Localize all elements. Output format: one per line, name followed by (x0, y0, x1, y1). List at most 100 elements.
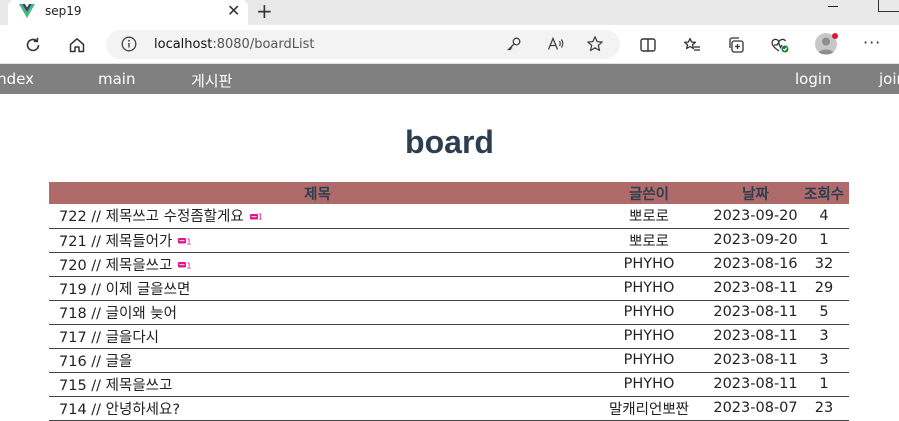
post-views-cell: 32 (799, 252, 849, 277)
post-views-cell: 29 (799, 276, 849, 301)
close-tab-icon[interactable]: ✕ (227, 1, 240, 20)
post-date-cell: 2023-08-11 (712, 300, 799, 325)
post-title-cell[interactable]: 714 // 안녕하세요? (49, 396, 586, 421)
post-views-cell: 23 (799, 396, 849, 421)
post-title-cell[interactable]: 721 // 제목들어가 1 (49, 228, 586, 253)
post-title-link[interactable]: 717 // 글을다시 (59, 330, 159, 346)
more-options-icon[interactable]: ··· (863, 33, 881, 52)
maximize-icon[interactable] (878, 0, 899, 12)
post-title-link[interactable]: 719 // 이제 글을쓰면 (59, 282, 190, 298)
comment-count-badge: 1 (178, 258, 191, 274)
table-row[interactable]: 719 // 이제 글을쓰면 PHYHO 2023-08-11 29 (49, 276, 849, 301)
column-header-date: 날짜 (712, 182, 799, 204)
post-date-cell: 2023-08-07 (712, 396, 799, 421)
url-text: localhost:8080/boardList (154, 37, 314, 52)
post-date-cell: 2023-08-11 (712, 276, 799, 301)
nav-board-link[interactable]: 게시판 (191, 70, 232, 91)
key-icon[interactable] (506, 36, 522, 56)
post-writer-cell: PHYHO (586, 372, 712, 397)
post-writer-cell: PHYHO (586, 252, 712, 277)
tab-title: sep19 (45, 4, 82, 18)
post-title-link[interactable]: 714 // 안녕하세요? (59, 402, 180, 418)
column-header-title: 제목 (49, 182, 586, 204)
collections-icon[interactable] (725, 34, 747, 56)
post-writer-cell: 뽀로로 (586, 228, 712, 253)
notification-dot (832, 33, 838, 39)
comment-count: 1 (186, 261, 192, 270)
url-path: :8080/boardList (212, 37, 315, 52)
post-writer-cell: 말캐리언뽀짠 (586, 396, 712, 421)
site-nav: index main 게시판 login join (0, 64, 899, 94)
post-date-cell: 2023-09-20 (712, 228, 799, 253)
info-icon[interactable] (121, 36, 137, 56)
table-row[interactable]: 716 // 글을 PHYHO 2023-08-11 3 (49, 348, 849, 373)
column-header-views: 조회수 (799, 182, 849, 204)
table-row[interactable]: 720 // 제목을쓰고 1 PHYHO 2023-08-16 32 (49, 252, 849, 277)
table-row[interactable]: 715 // 제목을쓰고 PHYHO 2023-08-11 1 (49, 372, 849, 397)
browser-toolbar: localhost:8080/boardList ··· (0, 25, 899, 64)
post-date-cell: 2023-08-16 (712, 252, 799, 277)
post-date-cell: 2023-08-11 (712, 372, 799, 397)
post-title-link[interactable]: 716 // 글을 (59, 354, 132, 370)
comment-count: 1 (186, 237, 192, 246)
refresh-icon[interactable] (22, 34, 44, 56)
post-views-cell: 3 (799, 348, 849, 373)
post-date-cell: 2023-08-11 (712, 324, 799, 349)
post-title-cell[interactable]: 720 // 제목을쓰고 1 (49, 252, 586, 277)
post-writer-cell: PHYHO (586, 348, 712, 373)
address-bar[interactable]: localhost:8080/boardList (106, 30, 620, 59)
post-title-cell[interactable]: 717 // 글을다시 (49, 324, 586, 349)
post-title-cell[interactable]: 716 // 글을 (49, 348, 586, 373)
nav-join-link[interactable]: join (879, 70, 899, 88)
table-row[interactable]: 721 // 제목들어가 1 뽀로로 2023-09-20 1 (49, 228, 849, 253)
column-header-writer: 글쓴이 (586, 182, 712, 204)
minimize-icon[interactable] (828, 6, 838, 7)
table-row[interactable]: 717 // 글을다시 PHYHO 2023-08-11 3 (49, 324, 849, 349)
post-title-cell[interactable]: 722 // 제목쓰고 수정좀할게요 1 (49, 204, 586, 229)
post-title-cell[interactable]: 719 // 이제 글을쓰면 (49, 276, 586, 301)
post-title-link[interactable]: 722 // 제목쓰고 수정좀할게요 (59, 209, 244, 225)
board-table: 제목 글쓴이 날짜 조회수 722 // 제목쓰고 수정좀할게요 1 뽀로로 2023… (49, 182, 849, 421)
board-body: 722 // 제목쓰고 수정좀할게요 1 뽀로로 2023-09-20 4 721 // … (49, 204, 849, 421)
post-views-cell: 4 (799, 204, 849, 229)
post-writer-cell: PHYHO (586, 300, 712, 325)
table-header-row: 제목 글쓴이 날짜 조회수 (49, 182, 849, 204)
post-title-cell[interactable]: 718 // 글이왜 늦어 (49, 300, 586, 325)
comment-count-badge: 1 (249, 209, 263, 225)
table-row[interactable]: 714 // 안녕하세요? 말캐리언뽀짠 2023-08-07 23 (49, 396, 849, 421)
new-tab-icon[interactable]: + (256, 0, 273, 22)
favorites-icon[interactable] (681, 34, 703, 56)
home-icon[interactable] (66, 34, 88, 56)
post-writer-cell: 뽀로로 (586, 204, 712, 229)
table-row[interactable]: 718 // 글이왜 늦어 PHYHO 2023-08-11 5 (49, 300, 849, 325)
nav-main-link[interactable]: main (98, 70, 135, 88)
vue-logo-icon (19, 4, 35, 18)
post-views-cell: 5 (799, 300, 849, 325)
post-title-link[interactable]: 721 // 제목들어가 (59, 234, 172, 250)
post-title-link[interactable]: 718 // 글이왜 늦어 (59, 306, 177, 322)
browser-essentials-icon[interactable] (769, 34, 791, 56)
post-title-cell[interactable]: 715 // 제목을쓰고 (49, 372, 586, 397)
nav-login-link[interactable]: login (795, 70, 832, 88)
post-title-link[interactable]: 715 // 제목을쓰고 (59, 378, 172, 394)
tab-strip: sep19 ✕ + (0, 0, 899, 25)
post-writer-cell: PHYHO (586, 324, 712, 349)
post-date-cell: 2023-08-11 (712, 348, 799, 373)
browser-tab[interactable]: sep19 ✕ (8, 0, 248, 25)
url-host: localhost (154, 37, 213, 52)
favorite-star-icon[interactable] (586, 35, 604, 57)
page-title: board (405, 124, 494, 160)
split-screen-icon[interactable] (637, 34, 659, 56)
post-views-cell: 3 (799, 324, 849, 349)
post-writer-cell: PHYHO (586, 276, 712, 301)
read-aloud-icon[interactable] (547, 36, 565, 56)
comment-icon (249, 213, 258, 220)
nav-index-link[interactable]: index (0, 70, 34, 88)
table-row[interactable]: 722 // 제목쓰고 수정좀할게요 1 뽀로로 2023-09-20 4 (49, 204, 849, 229)
comment-count: 1 (257, 212, 263, 222)
post-views-cell: 1 (799, 372, 849, 397)
post-title-link[interactable]: 720 // 제목을쓰고 (59, 258, 172, 274)
post-date-cell: 2023-09-20 (712, 204, 799, 229)
post-views-cell: 1 (799, 228, 849, 253)
comment-count-badge: 1 (178, 234, 191, 250)
